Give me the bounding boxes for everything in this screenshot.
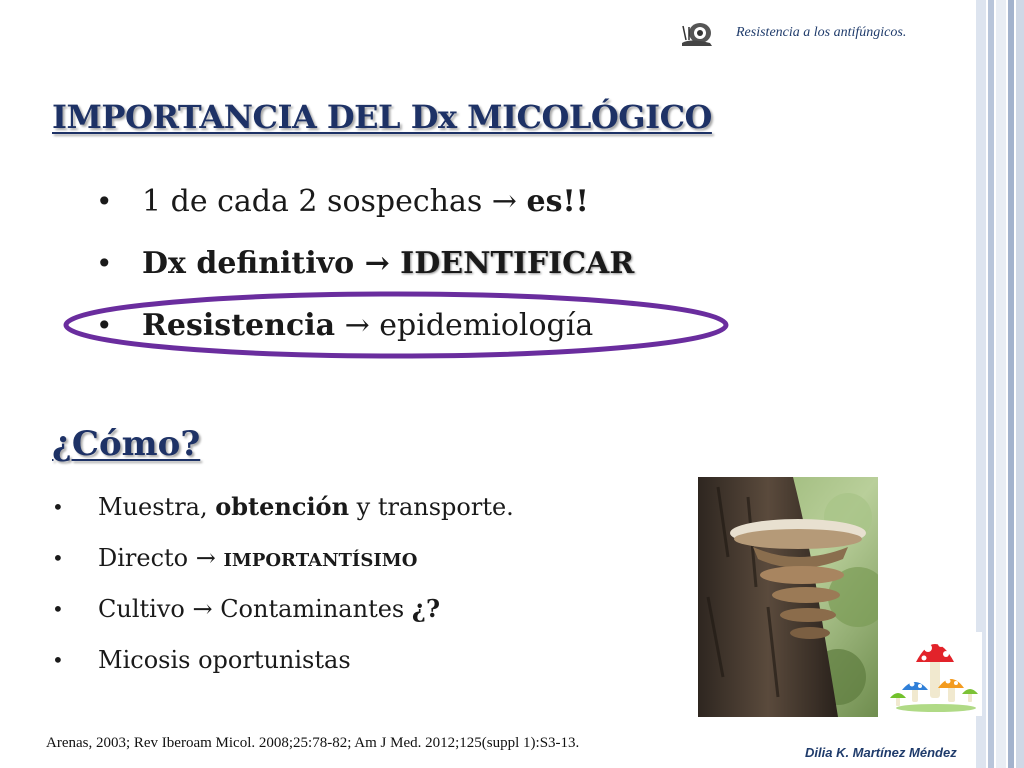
bullet-text: → epidemiología — [335, 308, 594, 343]
side-stripes — [976, 0, 1024, 768]
bullet-emphasis: es!! — [526, 184, 589, 219]
bullet-text: Muestra, — [98, 493, 216, 521]
bullet-text: 1 de cada 2 sospechas → — [142, 184, 527, 219]
bullet-icon: • — [96, 185, 113, 218]
bullet-emphasis: Resistencia — [142, 308, 336, 343]
bullet-emphasis: IDENTIFICAR — [400, 246, 635, 281]
bullet-emphasis: ¿? — [411, 594, 440, 623]
snail-logo-icon — [682, 23, 712, 46]
bullet-icon: • — [52, 495, 64, 519]
slide-title: IMPORTANCIA DEL Dx MICOLÓGICO — [52, 98, 712, 136]
mushrooms-clipart-icon — [886, 632, 982, 716]
bullet-icon: • — [96, 309, 113, 342]
bullet-text: Cultivo → Contaminantes — [98, 595, 412, 623]
section-heading: ¿Cómo? — [52, 424, 201, 464]
bullet-text: Directo → — [98, 544, 224, 572]
bullet-icon: • — [52, 546, 64, 570]
bracket-fungus-photo — [698, 477, 878, 717]
bullet-emphasis: IMPORTANTÍSIMO — [223, 550, 418, 571]
bullet-icon: • — [96, 247, 113, 280]
bullet-text: Micosis oportunistas — [98, 646, 351, 674]
bullet-text-end: y transporte. — [349, 493, 514, 521]
bullet-text: Dx definitivo → — [142, 246, 401, 281]
bullet-emphasis: obtención — [215, 492, 350, 521]
citation-text: Arenas, 2003; Rev Iberoam Micol. 2008;25… — [46, 735, 580, 751]
author-name: Dilia K. Martínez Méndez — [805, 745, 957, 760]
bullet-icon: • — [52, 648, 64, 672]
header-subtitle: Resistencia a los antifúngicos. — [736, 25, 907, 40]
bullet-icon: • — [52, 597, 64, 621]
slide-header: Resistencia a los antifúngicos. — [680, 16, 970, 48]
